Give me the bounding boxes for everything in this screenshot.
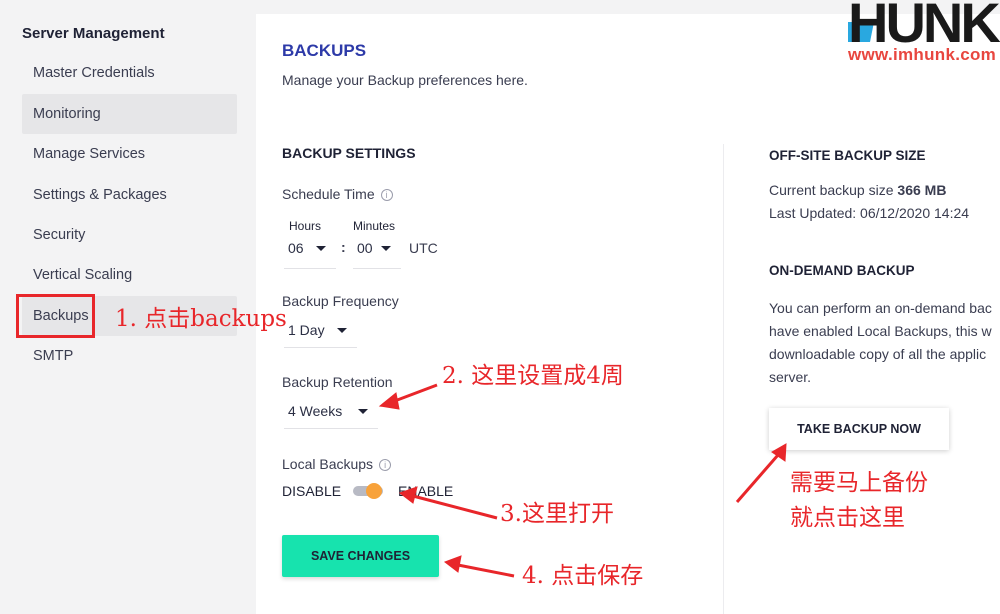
annotation-step-3: 3.这里打开: [500, 501, 614, 527]
arrow-take-backup: [735, 454, 780, 503]
arrow-head: [398, 486, 418, 504]
annotation-take-backup-2: 就点击这里: [790, 505, 905, 531]
annotation-step-2: 2. 这里设置成4周: [442, 363, 624, 389]
arrow-save: [457, 563, 515, 578]
annotation-step-4: 4. 点击保存: [522, 563, 644, 589]
annotation-step-1: 1. 点击backups: [115, 306, 287, 332]
arrow-head: [378, 392, 400, 410]
annotation-take-backup-1: 需要马上备份: [790, 470, 928, 496]
arrow-retention: [391, 383, 438, 404]
arrow-toggle: [412, 494, 498, 520]
arrow-head: [443, 555, 462, 573]
